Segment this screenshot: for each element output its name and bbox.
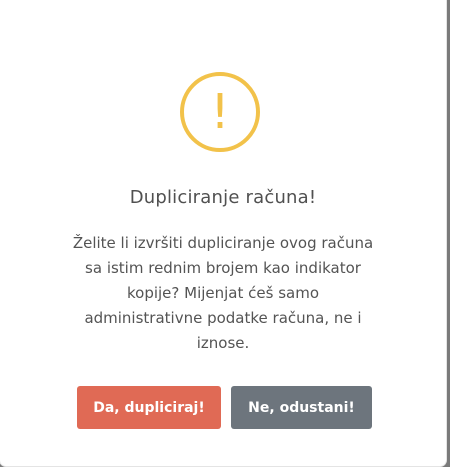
cancel-button[interactable]: Ne, odustani!: [231, 386, 372, 429]
warning-icon: !: [180, 72, 260, 152]
warning-exclamation: !: [210, 84, 230, 140]
duplicate-confirm-dialog: ! Dupliciranje računa! Želite li izvršit…: [0, 0, 446, 466]
dialog-title: Dupliciranje računa!: [129, 187, 317, 208]
confirm-duplicate-button[interactable]: Da, dupliciraj!: [77, 386, 221, 429]
dialog-message: Želite li izvršiti dupliciranje ovog rač…: [72, 234, 374, 352]
